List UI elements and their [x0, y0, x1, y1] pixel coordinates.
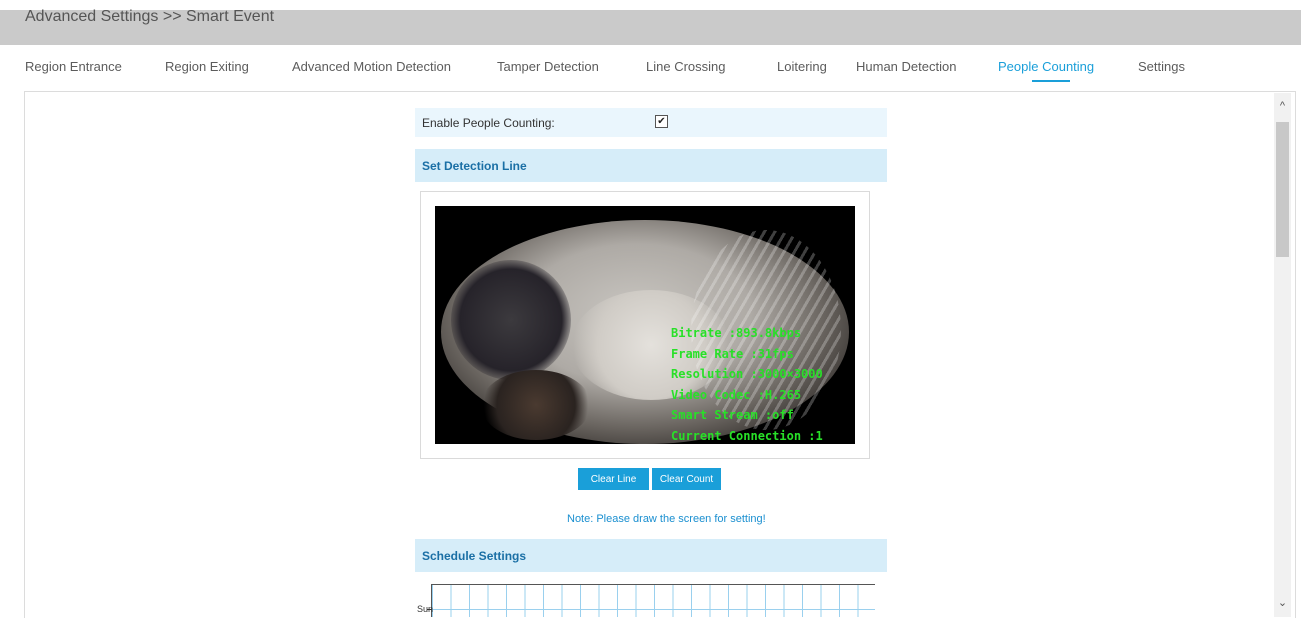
enable-people-counting-row: Enable People Counting: ✔: [415, 108, 887, 137]
tab-tamper-detection[interactable]: Tamper Detection: [497, 59, 599, 74]
set-detection-line-header: Set Detection Line: [415, 149, 887, 182]
active-tab-underline: [1032, 80, 1070, 82]
schedule-grid[interactable]: Sun: [417, 584, 875, 617]
osd-video-codec: Video Codec :H.265: [671, 387, 802, 402]
scroll-down-icon[interactable]: ⌄: [1274, 596, 1291, 612]
tab-human-detection[interactable]: Human Detection: [856, 59, 956, 74]
tab-settings[interactable]: Settings: [1138, 59, 1185, 74]
scrollbar-thumb[interactable]: [1276, 122, 1289, 257]
enable-people-counting-checkbox[interactable]: ✔: [655, 115, 668, 128]
schedule-grid-cells[interactable]: [431, 584, 875, 617]
osd-smart-stream: Smart Stream :off: [671, 408, 794, 422]
osd-current-connection: Current Connection :1: [671, 428, 823, 443]
osd-frame-rate: Frame Rate :31fps: [671, 346, 794, 361]
tab-line-crossing[interactable]: Line Crossing: [646, 59, 726, 74]
clear-count-button[interactable]: Clear Count: [652, 468, 721, 490]
breadcrumb-bar: Advanced Settings >> Smart Event: [0, 8, 1301, 45]
tab-loitering[interactable]: Loitering: [777, 59, 827, 74]
enable-people-counting-label: Enable People Counting:: [422, 116, 555, 130]
osd-resolution: Resolution :3000×3000: [671, 367, 823, 381]
breadcrumb: Advanced Settings >> Smart Event: [25, 8, 275, 25]
tab-region-exiting[interactable]: Region Exiting: [165, 59, 249, 74]
tab-advanced-motion-detection[interactable]: Advanced Motion Detection: [292, 59, 451, 74]
osd-bitrate: Bitrate :893.8kbps: [671, 326, 802, 340]
video-preview-frame: Bitrate :893.8kbps Frame Rate :31fps Res…: [420, 191, 870, 459]
tab-region-entrance[interactable]: Region Entrance: [25, 59, 122, 74]
clear-line-button[interactable]: Clear Line: [578, 468, 649, 490]
tab-bar: Region Entrance Region Exiting Advanced …: [0, 45, 1301, 90]
live-video-canvas[interactable]: Bitrate :893.8kbps Frame Rate :31fps Res…: [435, 206, 855, 444]
video-osd-overlay: Bitrate :893.8kbps Frame Rate :31fps Res…: [671, 323, 823, 444]
tab-people-counting[interactable]: People Counting: [998, 59, 1094, 74]
draw-screen-note: Note: Please draw the screen for setting…: [567, 513, 766, 525]
set-detection-line-title: Set Detection Line: [422, 159, 527, 173]
scroll-up-icon[interactable]: ^: [1274, 100, 1291, 116]
schedule-settings-title: Schedule Settings: [422, 549, 527, 563]
schedule-settings-header: Schedule Settings: [415, 539, 887, 572]
